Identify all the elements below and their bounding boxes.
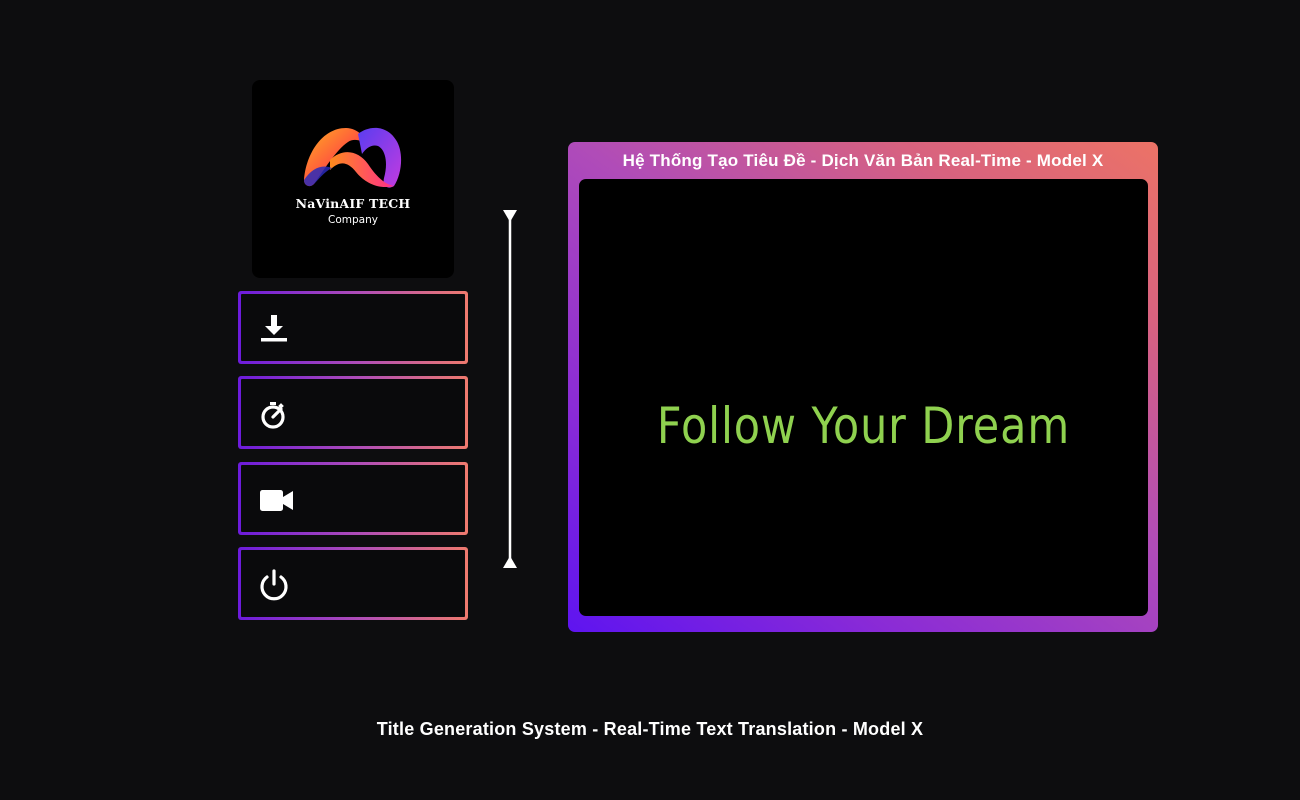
- navinaif-logo-icon: [304, 127, 402, 188]
- video-camera-icon: [260, 490, 293, 511]
- vertical-divider: [503, 210, 517, 568]
- company-subtitle: Company: [328, 214, 378, 226]
- company-name: NaVinAIF TECH: [295, 196, 411, 211]
- power-button[interactable]: [238, 547, 468, 620]
- timer-icon: [261, 402, 285, 429]
- preview-display-text: Follow Your Dream: [656, 397, 1071, 455]
- footer-caption: Title Generation System - Real-Time Text…: [376, 719, 924, 739]
- power-icon: [260, 569, 288, 601]
- timer-button[interactable]: [238, 376, 468, 449]
- preview-panel: Hệ Thống Tạo Tiêu Đề - Dịch Văn Bản Real…: [568, 142, 1158, 632]
- download-button[interactable]: [238, 291, 468, 364]
- company-logo-card: NaVinAIF TECH Company: [252, 80, 454, 278]
- download-icon: [261, 315, 287, 342]
- app-stage: NaVinAIF TECH Company Hệ Thống Tạo Tiêu …: [0, 0, 1300, 800]
- record-video-button[interactable]: [238, 462, 468, 535]
- preview-title: Hệ Thống Tạo Tiêu Đề - Dịch Văn Bản Real…: [622, 151, 1104, 170]
- preview-screen: Follow Your Dream: [579, 179, 1148, 616]
